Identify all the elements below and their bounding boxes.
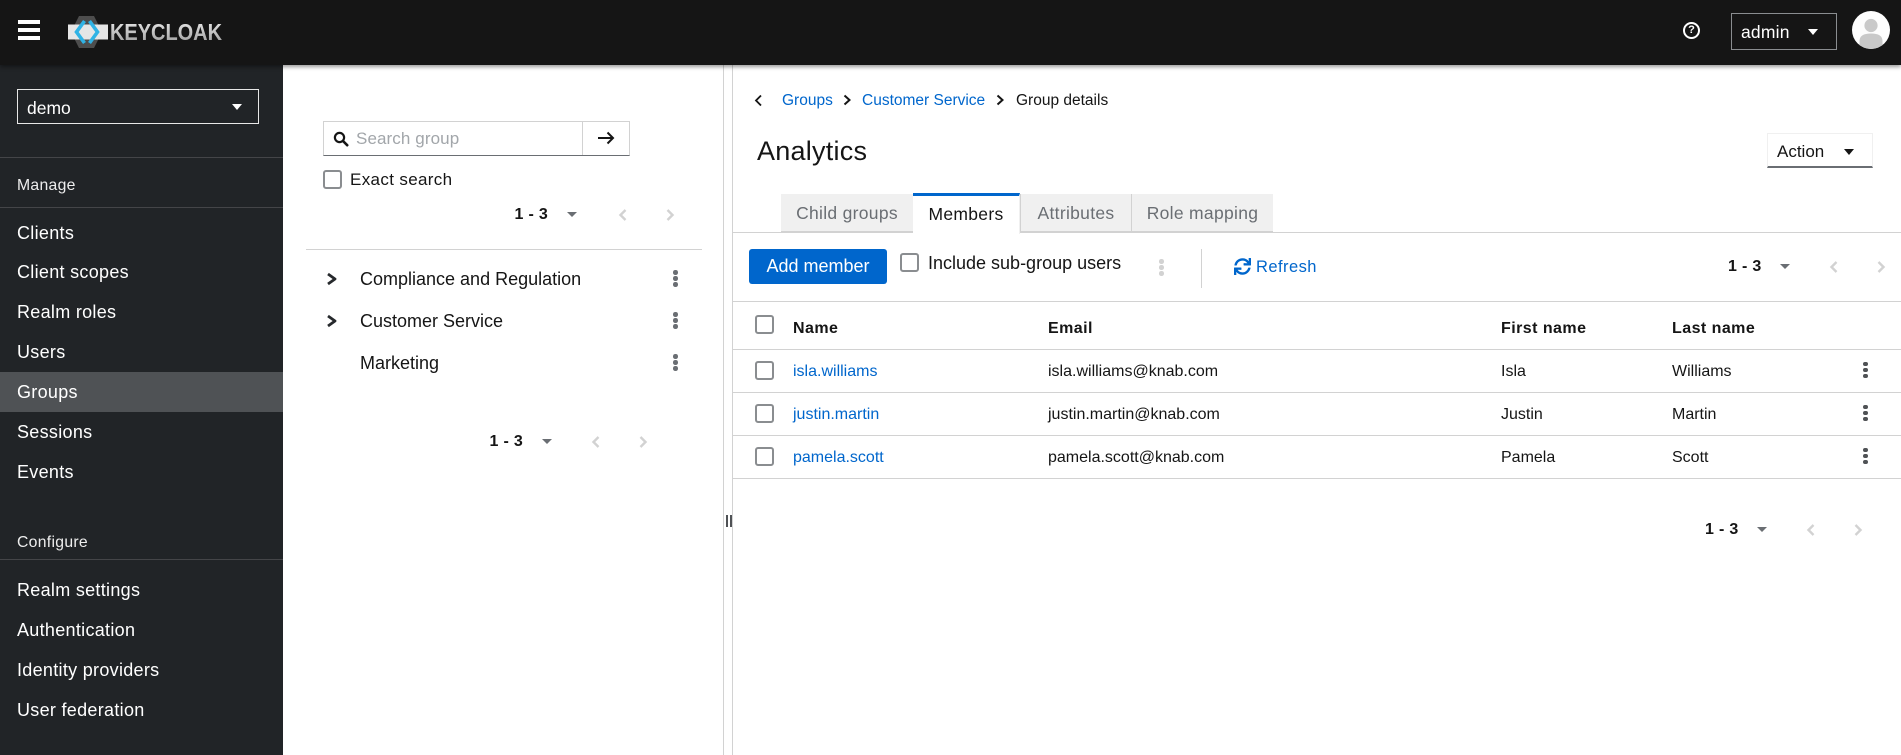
svg-text:KEYCLOAK: KEYCLOAK	[110, 19, 222, 45]
